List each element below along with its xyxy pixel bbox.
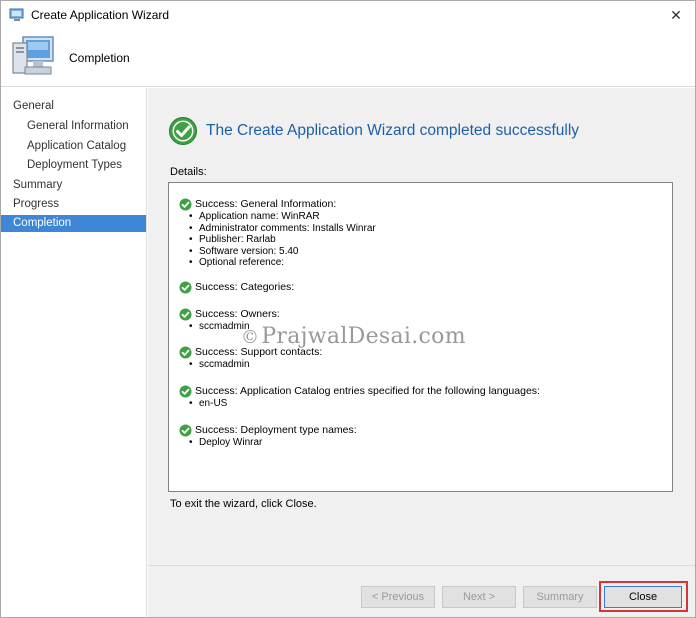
success-check-icon	[179, 346, 192, 359]
watermark: ©PrajwalDesai.com	[241, 324, 466, 349]
exit-instruction: To exit the wizard, click Close.	[170, 498, 317, 510]
detail-item: Administrator comments: Installs Winrar	[189, 223, 659, 235]
nav-item-deployment-types[interactable]: Deployment Types	[27, 157, 122, 173]
detail-item: sccmadmin	[189, 359, 659, 371]
copyright-icon: ©	[241, 327, 260, 348]
completion-title: The Create Application Wizard completed …	[206, 122, 580, 139]
watermark-text: PrajwalDesai.com	[261, 324, 466, 349]
detail-item: en-US	[189, 398, 659, 410]
wizard-window: Create Application Wizard ✕ Completion G…	[0, 0, 696, 618]
computer-icon	[9, 31, 59, 81]
nav-item-general[interactable]: General	[13, 98, 54, 114]
section-title: Success: Application Catalog entries spe…	[195, 385, 540, 397]
title-bar: Create Application Wizard ✕	[1, 1, 695, 29]
wizard-nav: General General Information Application …	[1, 88, 147, 617]
details-section-catalog-languages: Success: Application Catalog entries spe…	[179, 384, 659, 410]
nav-item-progress[interactable]: Progress	[13, 196, 59, 212]
close-button[interactable]: Close	[604, 586, 682, 608]
close-icon: ✕	[670, 6, 682, 23]
window-title: Create Application Wizard	[31, 8, 170, 22]
success-check-icon	[179, 281, 192, 294]
section-title: Success: Owners:	[195, 308, 280, 320]
success-check-icon	[179, 198, 192, 211]
detail-item: Deploy Winrar	[189, 437, 659, 449]
previous-button[interactable]: < Previous	[361, 586, 435, 608]
detail-item: Software version: 5.40	[189, 246, 659, 258]
nav-item-application-catalog[interactable]: Application Catalog	[27, 138, 126, 154]
detail-item: Application name: WinRAR	[189, 211, 659, 223]
app-wizard-icon	[9, 7, 25, 23]
success-check-icon	[168, 116, 198, 146]
nav-item-completion[interactable]: Completion	[1, 215, 146, 232]
nav-item-general-information[interactable]: General Information	[27, 118, 129, 134]
details-label: Details:	[170, 166, 207, 178]
details-section-categories: Success: Categories:	[179, 280, 659, 294]
completion-heading: The Create Application Wizard completed …	[168, 116, 579, 146]
success-check-icon	[179, 385, 192, 398]
window-close-button[interactable]: ✕	[659, 1, 693, 29]
details-section-general-information: Success: General Information: Applicatio…	[179, 197, 659, 269]
wizard-header: Completion	[1, 29, 695, 87]
nav-item-summary[interactable]: Summary	[13, 177, 62, 193]
wizard-footer: < Previous Next > Summary Close	[148, 565, 695, 617]
summary-button[interactable]: Summary	[523, 586, 597, 608]
detail-item: Optional reference:	[189, 257, 659, 269]
details-section-deployment-type-names: Success: Deployment type names: Deploy W…	[179, 423, 659, 449]
detail-item: Publisher: Rarlab	[189, 234, 659, 246]
section-title: Success: General Information:	[195, 198, 337, 210]
section-title: Success: Categories:	[195, 281, 295, 293]
success-check-icon	[179, 424, 192, 437]
next-button[interactable]: Next >	[442, 586, 516, 608]
success-check-icon	[179, 308, 192, 321]
page-title: Completion	[69, 51, 130, 65]
section-title: Success: Deployment type names:	[195, 424, 357, 436]
